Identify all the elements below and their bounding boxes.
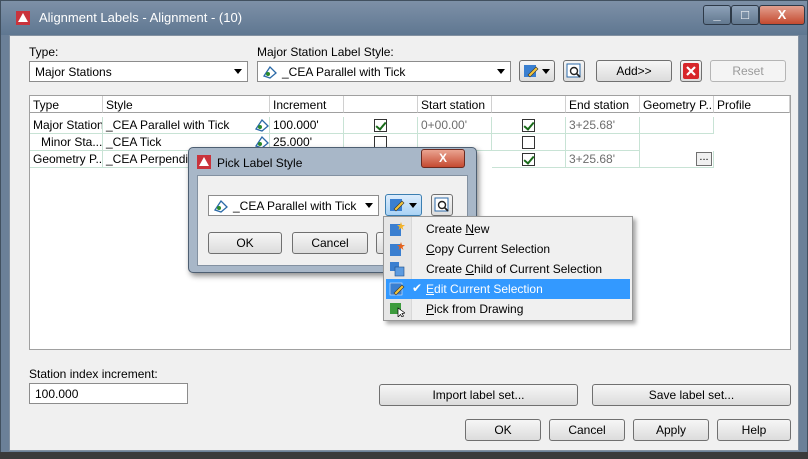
column-header-end-station[interactable]: End station bbox=[566, 96, 640, 113]
label-style-icon bbox=[262, 65, 277, 79]
save-label-set-button[interactable]: Save label set... bbox=[592, 384, 791, 406]
style-details-button[interactable] bbox=[431, 194, 453, 216]
app-icon bbox=[16, 11, 30, 25]
major-style-label: Major Station Label Style: bbox=[257, 45, 394, 59]
menu-label-pre: Create bbox=[426, 262, 466, 276]
details-icon bbox=[566, 63, 581, 78]
edit-style-split-button[interactable] bbox=[385, 194, 422, 216]
help-button[interactable]: Help bbox=[717, 419, 791, 441]
chevron-down-icon bbox=[409, 203, 417, 208]
menu-item-copy-current-selection[interactable]: Copy Current Selection bbox=[386, 239, 630, 259]
window-title: Alignment Labels - Alignment - (10) bbox=[39, 10, 243, 25]
title-bar[interactable]: Alignment Labels - Alignment - (10) _ □ … bbox=[1, 1, 807, 35]
menu-label-post: hild of Current Selection bbox=[474, 262, 603, 276]
menu-label-mnemonic: N bbox=[465, 222, 475, 236]
type-select-value: Major Stations bbox=[35, 65, 112, 79]
menu-label-pre: Create bbox=[426, 222, 466, 236]
menu-label-mnemonic: C bbox=[465, 262, 475, 276]
reset-button[interactable]: Reset bbox=[710, 60, 786, 82]
close-button[interactable]: X bbox=[421, 149, 465, 168]
edit-icon bbox=[390, 199, 405, 212]
column-header-start-station[interactable]: Start station bbox=[418, 96, 492, 113]
major-style-select[interactable]: _CEA Parallel with Tick bbox=[257, 61, 511, 82]
table-row-increment[interactable]: 100.000' bbox=[270, 117, 344, 134]
cancel-button[interactable]: Cancel bbox=[549, 419, 625, 441]
menu-item-pick-from-drawing[interactable]: Pick from Drawing bbox=[386, 299, 630, 319]
table-row-start[interactable]: 0+00.00' bbox=[418, 117, 492, 134]
station-index-label: Station index increment: bbox=[29, 367, 158, 381]
label-style-icon[interactable] bbox=[254, 117, 270, 133]
table-row-type[interactable]: Geometry P... bbox=[30, 151, 103, 168]
copy-icon bbox=[390, 242, 405, 256]
edit-style-split-button[interactable] bbox=[519, 60, 555, 82]
end-station-checkbox[interactable] bbox=[522, 119, 535, 132]
pick-cancel-button[interactable]: Cancel bbox=[292, 232, 368, 254]
chevron-down-icon bbox=[542, 69, 550, 74]
table-row-geometry[interactable] bbox=[640, 117, 714, 134]
edit-icon bbox=[389, 282, 405, 296]
minimize-button[interactable]: _ bbox=[703, 5, 731, 25]
type-select[interactable]: Major Stations bbox=[29, 61, 248, 82]
pick-ok-button[interactable]: OK bbox=[208, 232, 282, 254]
table-row-type[interactable]: Minor Sta... bbox=[30, 134, 103, 151]
table-row-style[interactable]: _CEA Parallel with Tick bbox=[103, 117, 270, 134]
menu-item-edit-current-selection[interactable]: ✔ Edit Current Selection bbox=[386, 279, 630, 299]
table-row-end[interactable]: 3+25.68' bbox=[566, 117, 640, 134]
station-index-value: 100.000 bbox=[35, 387, 79, 401]
major-style-value: _CEA Parallel with Tick bbox=[282, 65, 406, 79]
station-index-input[interactable]: 100.000 bbox=[29, 383, 188, 404]
pick-style-select[interactable]: _CEA Parallel with Tick bbox=[208, 195, 379, 216]
end-station-checkbox[interactable] bbox=[522, 136, 535, 149]
apply-button[interactable]: Apply bbox=[633, 419, 709, 441]
table-row-end[interactable] bbox=[566, 134, 640, 151]
add-button[interactable]: Add>> bbox=[596, 60, 672, 82]
create-child-icon bbox=[390, 262, 405, 277]
column-header-increment[interactable]: Increment bbox=[270, 96, 344, 113]
column-header-blank-2[interactable] bbox=[492, 96, 566, 113]
label-style-icon bbox=[213, 199, 228, 213]
menu-item-create-child[interactable]: Create Child of Current Selection bbox=[386, 259, 630, 279]
style-details-button[interactable] bbox=[563, 60, 585, 82]
end-station-checkbox[interactable] bbox=[522, 153, 535, 166]
checkmark-icon: ✔ bbox=[412, 281, 423, 295]
menu-label-mnemonic: E bbox=[426, 282, 435, 296]
column-header-profile[interactable]: Profile bbox=[714, 96, 790, 113]
menu-item-create-new[interactable]: Create New bbox=[386, 219, 630, 239]
pick-icon bbox=[390, 303, 405, 317]
delete-button[interactable] bbox=[680, 60, 702, 82]
menu-label-post: ick from Drawing bbox=[434, 302, 524, 316]
chevron-down-icon bbox=[365, 203, 373, 208]
column-header-style[interactable]: Style bbox=[103, 96, 270, 113]
close-button[interactable]: X bbox=[759, 5, 805, 25]
edit-icon bbox=[524, 65, 539, 78]
start-station-checkbox[interactable] bbox=[374, 119, 387, 132]
geometry-points-ellipsis-button[interactable]: ... bbox=[696, 152, 712, 166]
menu-label-post: ew bbox=[474, 222, 490, 236]
column-header-geometry-points[interactable]: Geometry P... bbox=[640, 96, 714, 113]
chevron-down-icon bbox=[497, 69, 505, 74]
ok-button[interactable]: OK bbox=[465, 419, 541, 441]
maximize-button[interactable]: □ bbox=[731, 5, 759, 25]
details-icon bbox=[434, 197, 449, 212]
desktop-background bbox=[0, 452, 808, 459]
menu-label-mnemonic: C bbox=[426, 242, 435, 256]
column-header-blank-1[interactable] bbox=[344, 96, 418, 113]
menu-label-post: dit Current Selection bbox=[434, 282, 543, 296]
table-row-type[interactable]: Major Stations bbox=[30, 117, 103, 134]
menu-label-mnemonic: P bbox=[426, 302, 435, 316]
delete-x-icon bbox=[683, 63, 699, 79]
chevron-down-icon bbox=[234, 69, 242, 74]
app-icon bbox=[197, 155, 211, 169]
menu-label-post: opy Current Selection bbox=[434, 242, 551, 256]
column-header-type[interactable]: Type bbox=[30, 96, 103, 113]
create-new-icon bbox=[390, 222, 405, 236]
pick-style-value: _CEA Parallel with Tick bbox=[233, 199, 357, 213]
style-context-menu: Create New Copy Current Selection Create… bbox=[383, 216, 633, 321]
type-label: Type: bbox=[29, 45, 59, 59]
import-label-set-button[interactable]: Import label set... bbox=[379, 384, 578, 406]
table-row-end[interactable]: 3+25.68' bbox=[566, 151, 640, 168]
dialog-title: Pick Label Style bbox=[217, 156, 303, 170]
